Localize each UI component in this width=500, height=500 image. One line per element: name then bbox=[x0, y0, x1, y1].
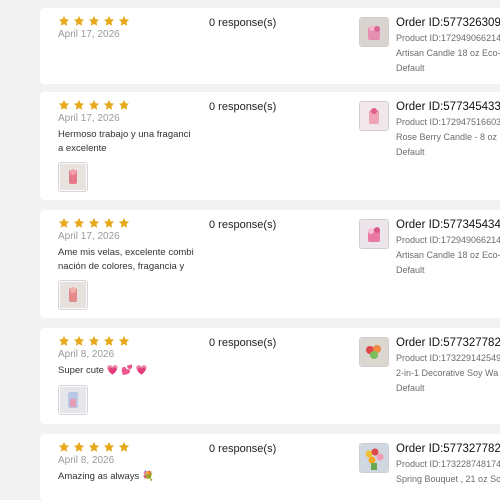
review-photo[interactable] bbox=[58, 162, 88, 192]
review-date: April 17, 2026 bbox=[58, 29, 120, 40]
review-card: April 17, 2026 Hermoso trabajo y una fra… bbox=[40, 92, 500, 200]
product-name: 2-in-1 Decorative Soy Wa bbox=[396, 368, 499, 378]
product-id: Product ID:172949066214 bbox=[396, 33, 500, 43]
star-rating bbox=[58, 99, 130, 111]
response-count-link[interactable]: 0 response(s) bbox=[209, 17, 276, 29]
star-icon bbox=[118, 99, 130, 110]
order-id[interactable]: Order ID:5773277821 bbox=[396, 337, 500, 349]
review-photo[interactable] bbox=[58, 385, 88, 415]
response-count-link[interactable]: 0 response(s) bbox=[209, 101, 276, 113]
order-id[interactable]: Order ID:5773263096 bbox=[396, 17, 500, 29]
product-variant: Default bbox=[396, 147, 425, 157]
star-rating bbox=[58, 441, 130, 453]
star-icon bbox=[58, 217, 70, 228]
review-date: April 17, 2026 bbox=[58, 113, 120, 124]
star-rating bbox=[58, 217, 130, 229]
product-variant: Default bbox=[396, 265, 425, 275]
review-card: April 8, 2026 Super cute 💗 💕 💗 0 respons… bbox=[40, 328, 500, 424]
star-icon bbox=[118, 217, 130, 228]
review-card: April 17, 2026 Ame mis velas, excelente … bbox=[40, 210, 500, 318]
star-icon bbox=[58, 335, 70, 346]
product-name: Spring Bouquet , 21 oz So bbox=[396, 474, 500, 484]
review-photo[interactable] bbox=[58, 280, 88, 310]
star-icon bbox=[118, 335, 130, 346]
product-thumbnail[interactable] bbox=[359, 17, 389, 47]
star-icon bbox=[58, 99, 70, 110]
review-card: April 8, 2026 Amazing as always 💐 0 resp… bbox=[40, 434, 500, 500]
review-text: Super cute 💗 💕 💗 bbox=[58, 365, 148, 376]
response-count-link[interactable]: 0 response(s) bbox=[209, 219, 276, 231]
review-date: April 8, 2026 bbox=[58, 455, 115, 466]
product-thumbnail[interactable] bbox=[359, 443, 389, 473]
product-id: Product ID:173229142549 bbox=[396, 353, 500, 363]
product-name: Artisan Candle 18 oz Eco- bbox=[396, 48, 500, 58]
star-icon bbox=[103, 441, 115, 452]
star-icon bbox=[73, 15, 85, 26]
response-count-link[interactable]: 0 response(s) bbox=[209, 337, 276, 349]
star-icon bbox=[73, 217, 85, 228]
star-icon bbox=[73, 335, 85, 346]
product-thumbnail[interactable] bbox=[359, 101, 389, 131]
product-id: Product ID:172949066214 bbox=[396, 235, 500, 245]
star-icon bbox=[118, 15, 130, 26]
product-name: Rose Berry Candle - 8 oz bbox=[396, 132, 498, 142]
response-count-link[interactable]: 0 response(s) bbox=[209, 443, 276, 455]
product-id: Product ID:173228748174 bbox=[396, 459, 500, 469]
product-id: Product ID:172947516603 bbox=[396, 117, 500, 127]
star-icon bbox=[103, 99, 115, 110]
review-date: April 8, 2026 bbox=[58, 349, 115, 360]
star-icon bbox=[88, 441, 100, 452]
star-icon bbox=[103, 15, 115, 26]
star-icon bbox=[73, 99, 85, 110]
star-icon bbox=[103, 335, 115, 346]
star-icon bbox=[58, 441, 70, 452]
order-id[interactable]: Order ID:5773277821 bbox=[396, 443, 500, 455]
star-icon bbox=[118, 441, 130, 452]
product-thumbnail[interactable] bbox=[359, 219, 389, 249]
star-rating bbox=[58, 335, 130, 347]
star-icon bbox=[73, 441, 85, 452]
review-text: Amazing as always 💐 bbox=[58, 471, 154, 482]
product-thumbnail[interactable] bbox=[359, 337, 389, 367]
star-icon bbox=[88, 217, 100, 228]
order-id[interactable]: Order ID:5773454338 bbox=[396, 101, 500, 113]
review-date: April 17, 2026 bbox=[58, 231, 120, 242]
star-icon bbox=[88, 335, 100, 346]
star-icon bbox=[103, 217, 115, 228]
product-variant: Default bbox=[396, 63, 425, 73]
review-text: Hermoso trabajo y una fraganci a excelen… bbox=[58, 129, 191, 154]
review-card: April 17, 2026 0 response(s) Order ID:57… bbox=[40, 8, 500, 84]
star-icon bbox=[88, 15, 100, 26]
product-variant: Default bbox=[396, 383, 425, 393]
star-icon bbox=[88, 99, 100, 110]
star-rating bbox=[58, 15, 130, 27]
star-icon bbox=[58, 15, 70, 26]
order-id[interactable]: Order ID:5773454345 bbox=[396, 219, 500, 231]
product-name: Artisan Candle 18 oz Eco- bbox=[396, 250, 500, 260]
